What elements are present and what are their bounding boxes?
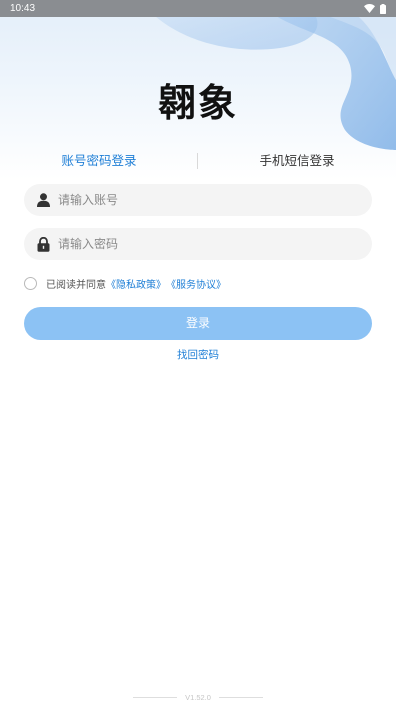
password-input[interactable] — [58, 237, 348, 251]
agreement-row: 已阅读并同意 《隐私政策》 《服务协议》 — [24, 275, 226, 291]
service-agreement-link[interactable]: 《服务协议》 — [166, 276, 226, 291]
privacy-policy-link[interactable]: 《隐私政策》 — [106, 276, 166, 291]
battery-icon — [380, 3, 386, 14]
account-field[interactable] — [24, 184, 372, 216]
login-screen: 10:43 翱象 账号密码登录 手机短信登录 请输入账号 已阅读并同意 《隐私政… — [0, 0, 396, 704]
status-time: 10:43 — [10, 3, 36, 14]
lock-icon — [37, 236, 50, 252]
app-logo: 翱象 — [157, 81, 238, 125]
user-icon — [37, 193, 50, 207]
wifi-icon — [364, 4, 375, 13]
status-bar: 10:43 — [0, 0, 396, 17]
tab-sms-login[interactable]: 手机短信登录 — [198, 148, 396, 174]
forgot-password-link[interactable]: 找回密码 — [0, 347, 396, 362]
account-input[interactable] — [58, 193, 348, 207]
login-tabs: 账号密码登录 手机短信登录 — [0, 148, 396, 174]
login-button[interactable]: 登录 — [24, 307, 372, 340]
tab-divider — [197, 153, 198, 169]
agreement-prefix: 已阅读并同意 — [46, 279, 106, 291]
status-icons — [364, 3, 386, 14]
tab-account-password[interactable]: 账号密码登录 — [0, 148, 198, 174]
app-version: V1.52.0 — [185, 693, 211, 702]
version-divider-right — [218, 697, 263, 698]
agreement-checkbox[interactable] — [24, 276, 37, 290]
password-field[interactable] — [24, 228, 372, 260]
version-row: V1.52.0 — [0, 693, 396, 702]
version-divider-left — [133, 697, 178, 698]
